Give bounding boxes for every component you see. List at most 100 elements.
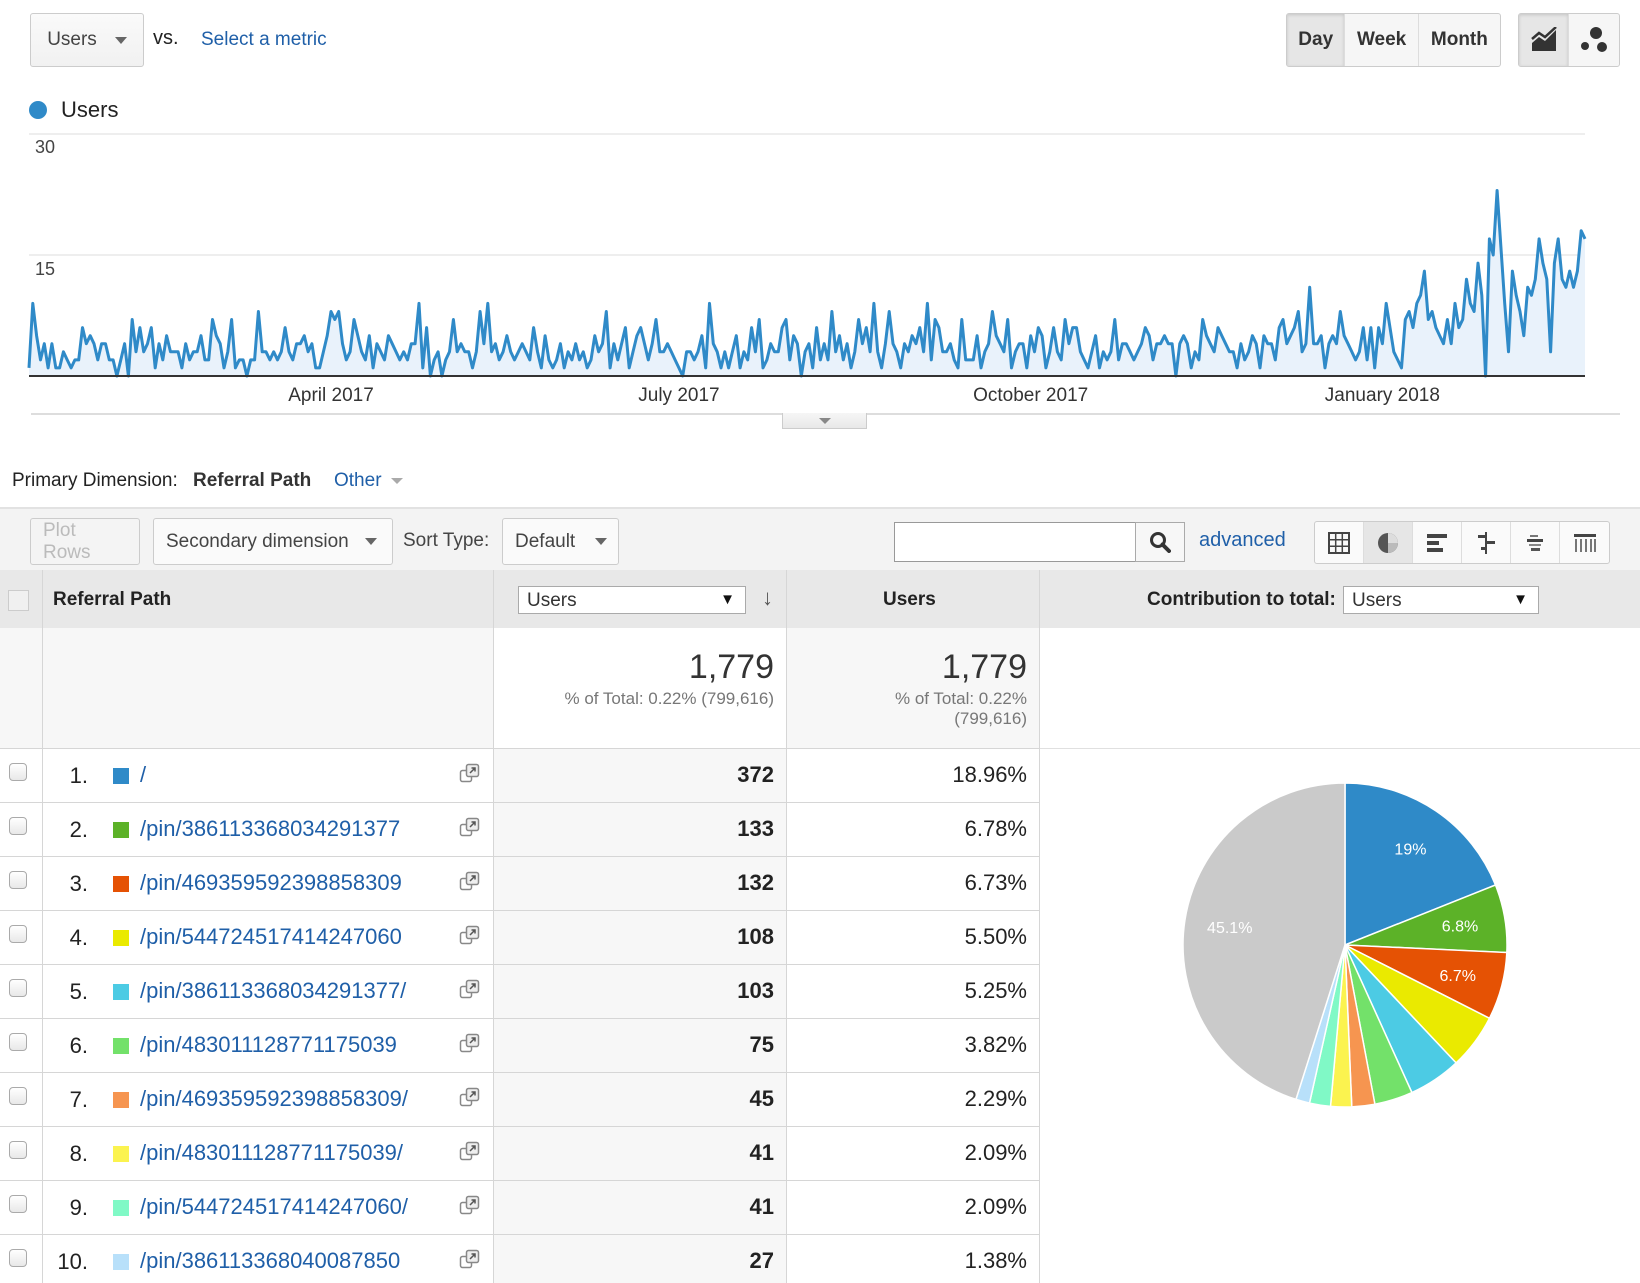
row-checkbox[interactable] (9, 979, 27, 997)
totals-users-cell: 1,779 % of Total: 0.22% (799,616) (493, 628, 786, 748)
users-line-chart (0, 120, 1640, 420)
search-button[interactable] (1135, 522, 1185, 562)
row-percent-value: 3.82% (786, 1019, 1039, 1072)
table-row: 6. /pin/483011128771175039 75 3.82% (0, 1018, 1040, 1072)
metric-column-select[interactable]: Users ▼ (518, 586, 746, 614)
referral-path-link[interactable]: /pin/544724517414247060/ (140, 1194, 408, 1220)
vs-label: vs. (153, 27, 179, 50)
select-all-checkbox[interactable] (8, 590, 29, 611)
table-search-input[interactable] (894, 522, 1136, 562)
chart-collapse-toggle[interactable] (782, 413, 867, 429)
line-chart-icon (1530, 27, 1558, 53)
row-index: 3. (70, 871, 88, 897)
referral-path-link[interactable]: /pin/469359592398858309 (140, 870, 402, 896)
column-divider (786, 570, 787, 1283)
advanced-search-link[interactable]: advanced (1199, 529, 1286, 552)
comparison-icon (1475, 532, 1497, 554)
open-external-icon[interactable] (459, 763, 481, 791)
users-series-line (29, 191, 1585, 377)
row-checkbox[interactable] (9, 871, 27, 889)
column-divider (1039, 570, 1040, 1283)
column-header-referral-path[interactable]: Referral Path (53, 589, 171, 611)
chevron-down-icon (819, 418, 831, 424)
row-index: 6. (70, 1033, 88, 1059)
row-users-value: 41 (493, 1181, 786, 1234)
row-users-value: 132 (493, 857, 786, 910)
open-external-icon[interactable] (459, 1033, 481, 1061)
table-row: 9. /pin/544724517414247060/ 41 2.09% (0, 1180, 1040, 1234)
performance-bar-icon (1426, 532, 1448, 554)
y-tick-label: 30 (35, 137, 55, 158)
chevron-down-icon (391, 478, 403, 484)
data-table-view-button[interactable] (1315, 522, 1364, 563)
referral-path-link[interactable]: /pin/386113368034291377/ (140, 978, 406, 1004)
primary-dimension-active[interactable]: Referral Path (193, 470, 311, 492)
sort-type-value: Default (515, 531, 575, 553)
total-users-value: 1,779 (493, 648, 774, 687)
row-checkbox[interactable] (9, 1249, 27, 1267)
legend-dot-icon (29, 101, 47, 119)
row-users-value: 103 (493, 965, 786, 1018)
pie-view-button[interactable] (1364, 522, 1413, 563)
open-external-icon[interactable] (459, 817, 481, 845)
row-index: 5. (70, 979, 88, 1005)
pie-slice-label: 45.1% (1207, 920, 1252, 937)
line-chart-button[interactable] (1519, 14, 1569, 66)
total-users-sub: % of Total: 0.22% (799,616) (493, 689, 774, 709)
row-percent-value: 18.96% (786, 749, 1039, 802)
secondary-dimension-select[interactable]: Secondary dimension (153, 518, 393, 565)
total-contribution-sub2: (799,616) (786, 709, 1027, 729)
totals-checkbox-cell (0, 628, 43, 748)
period-week-label: Week (1357, 29, 1406, 51)
period-week-button[interactable]: Week (1345, 14, 1418, 66)
sort-descending-icon[interactable]: ↓ (762, 585, 773, 611)
table-view-toggle (1314, 521, 1610, 564)
row-checkbox[interactable] (9, 925, 27, 943)
column-header-users[interactable]: Users (883, 589, 936, 611)
pie-slice-label: 6.7% (1440, 968, 1476, 985)
referral-path-link[interactable]: /pin/386113368040087850 (140, 1248, 400, 1274)
open-external-icon[interactable] (459, 1141, 481, 1169)
row-checkbox[interactable] (9, 817, 27, 835)
other-dimension-dropdown[interactable]: Other (334, 470, 403, 492)
row-index: 7. (70, 1087, 88, 1113)
plot-rows-button[interactable]: Plot Rows (30, 518, 140, 565)
row-divider (1039, 748, 1640, 749)
sort-type-select[interactable]: Default (502, 518, 619, 565)
term-cloud-view-button[interactable] (1511, 522, 1560, 563)
open-external-icon[interactable] (459, 979, 481, 1007)
totals-contribution-cell: 1,779 % of Total: 0.22% (799,616) (786, 628, 1039, 748)
row-checkbox[interactable] (9, 1141, 27, 1159)
period-day-button[interactable]: Day (1287, 14, 1345, 66)
open-external-icon[interactable] (459, 1249, 481, 1277)
totals-dimension-cell (43, 628, 493, 748)
row-percent-value: 2.09% (786, 1181, 1039, 1234)
referral-path-link[interactable]: /pin/483011128771175039/ (140, 1140, 403, 1166)
referral-path-link[interactable]: /pin/544724517414247060 (140, 924, 402, 950)
row-checkbox[interactable] (9, 1087, 27, 1105)
open-external-icon[interactable] (459, 1087, 481, 1115)
open-external-icon[interactable] (459, 925, 481, 953)
comparison-view-button[interactable] (1462, 522, 1511, 563)
open-external-icon[interactable] (459, 871, 481, 899)
referral-path-link[interactable]: /pin/386113368034291377 (140, 816, 400, 842)
metric-select[interactable]: Users (30, 13, 144, 67)
row-checkbox[interactable] (9, 1033, 27, 1051)
row-checkbox[interactable] (9, 1195, 27, 1213)
pivot-view-button[interactable] (1560, 522, 1609, 563)
select-metric-link[interactable]: Select a metric (201, 29, 327, 51)
row-color-swatch (113, 822, 129, 838)
performance-view-button[interactable] (1413, 522, 1462, 563)
chart-type-toggle (1518, 13, 1620, 67)
referral-path-link[interactable]: /pin/483011128771175039 (140, 1032, 397, 1058)
row-checkbox[interactable] (9, 763, 27, 781)
motion-chart-button[interactable] (1569, 14, 1619, 66)
open-external-icon[interactable] (459, 1195, 481, 1223)
contribution-select[interactable]: Users ▼ (1343, 586, 1539, 614)
row-index: 8. (70, 1141, 88, 1167)
table-row: 10. /pin/386113368040087850 27 1.38% (0, 1234, 1040, 1283)
period-month-button[interactable]: Month (1419, 14, 1500, 66)
referral-path-link[interactable]: / (140, 762, 146, 788)
referral-path-link[interactable]: /pin/469359592398858309/ (140, 1086, 408, 1112)
table-row: 4. /pin/544724517414247060 108 5.50% (0, 910, 1040, 964)
